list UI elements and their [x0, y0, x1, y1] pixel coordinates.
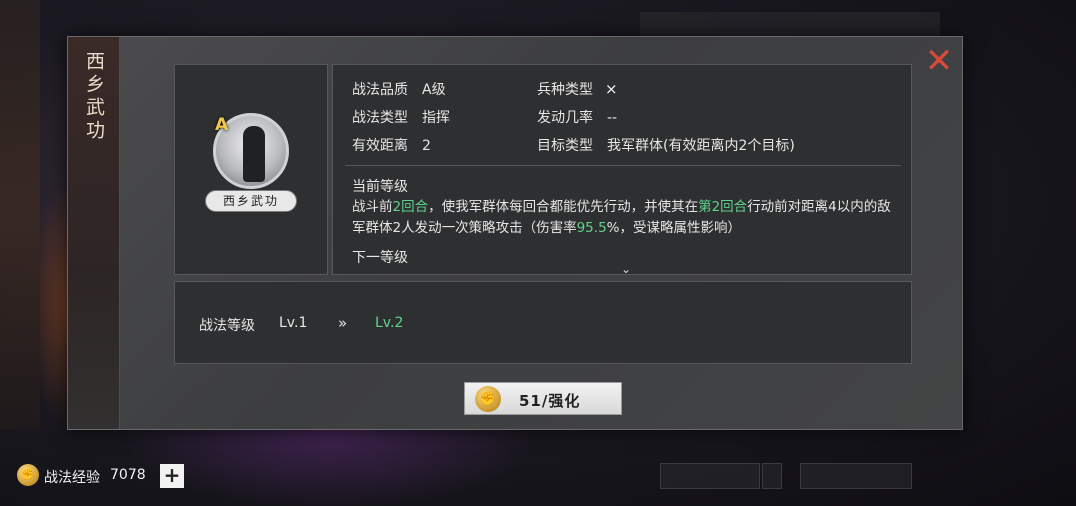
type-label: 战法类型: [352, 110, 408, 126]
background-plus-box: [762, 463, 782, 489]
double-arrow-icon: »: [338, 314, 348, 332]
tactic-name-plate: 西乡武功: [205, 190, 297, 212]
background-button-box: [800, 463, 912, 489]
desc-highlight: 95.5: [576, 220, 607, 236]
quality-value: A级: [422, 82, 446, 98]
troop-row: 兵种类型 ⨯: [537, 79, 618, 99]
grade-badge: A: [215, 115, 229, 135]
side-title: 西乡武功: [83, 51, 105, 143]
range-value: 2: [422, 138, 431, 154]
target-row: 目标类型 我军群体(有效距离内2个目标): [537, 135, 795, 155]
quality-label: 战法品质: [352, 82, 408, 98]
tactic-description: 战斗前2回合，使我军群体每回合都能优先行动，并使其在第2回合行动前对距离4以内的…: [352, 197, 897, 239]
background-left-strip: [0, 0, 40, 430]
info-divider: [345, 165, 901, 166]
target-label: 目标类型: [537, 138, 593, 154]
range-label: 有效距离: [352, 138, 408, 154]
level-label: 战法等级: [199, 318, 255, 334]
desc-highlight: 第2回合: [698, 199, 748, 215]
desc-highlight: 2回合: [392, 199, 429, 215]
rate-label: 发动几率: [537, 110, 593, 126]
background-resource-box: [660, 463, 760, 489]
troop-label: 兵种类型: [537, 82, 593, 98]
portrait-panel: A 西乡武功: [174, 64, 328, 275]
enhance-button[interactable]: ✊ 51/强化: [464, 382, 622, 415]
tactic-detail-dialog: 西乡武功 ✕ A 西乡武功 战法品质 A级 兵种类型 ⨯ 战法类型 指挥 发动几率 --…: [67, 36, 963, 430]
target-value: 我军群体(有效距离内2个目标): [607, 138, 795, 154]
next-level-heading: 下一等级: [352, 250, 408, 266]
fist-coin-icon: ✊: [475, 386, 501, 412]
info-panel: 战法品质 A级 兵种类型 ⨯ 战法类型 指挥 发动几率 -- 有效距离 2 目标类型 我军群…: [332, 64, 912, 276]
add-exp-button[interactable]: +: [160, 464, 184, 488]
current-level: Lv.1: [279, 315, 308, 331]
quality-row: 战法品质 A级: [352, 79, 446, 99]
desc-text: 战斗前: [352, 199, 393, 215]
level-panel: 战法等级 Lv.1 » Lv.2: [174, 281, 912, 364]
rate-row: 发动几率 --: [537, 107, 617, 127]
tactic-exp-icon: ✊: [17, 464, 39, 486]
range-row: 有效距离 2: [352, 135, 431, 155]
enhance-button-label: 51/强化: [519, 392, 581, 410]
tactic-exp-label: 战法经验: [44, 470, 100, 486]
desc-text: %，受谋略属性影响）: [606, 220, 741, 236]
bottom-bar: ✊ 战法经验 7078 +: [0, 455, 1076, 499]
tactic-exp-value: 7078: [110, 467, 146, 483]
chevron-down-icon[interactable]: ⌄: [621, 262, 631, 276]
rate-value: --: [607, 110, 618, 126]
background-top-tabs: [640, 12, 940, 38]
type-value: 指挥: [422, 110, 450, 126]
desc-text: ，使我军群体每回合都能优先行动，并使其在: [428, 199, 699, 215]
type-row: 战法类型 指挥: [352, 107, 450, 127]
next-level: Lv.2: [375, 315, 404, 331]
side-title-strip: 西乡武功: [68, 37, 120, 429]
current-level-heading: 当前等级: [352, 179, 408, 195]
bow-icon: ⨯: [605, 80, 618, 98]
close-icon[interactable]: ✕: [924, 44, 954, 78]
warrior-figure-icon: [243, 126, 265, 182]
